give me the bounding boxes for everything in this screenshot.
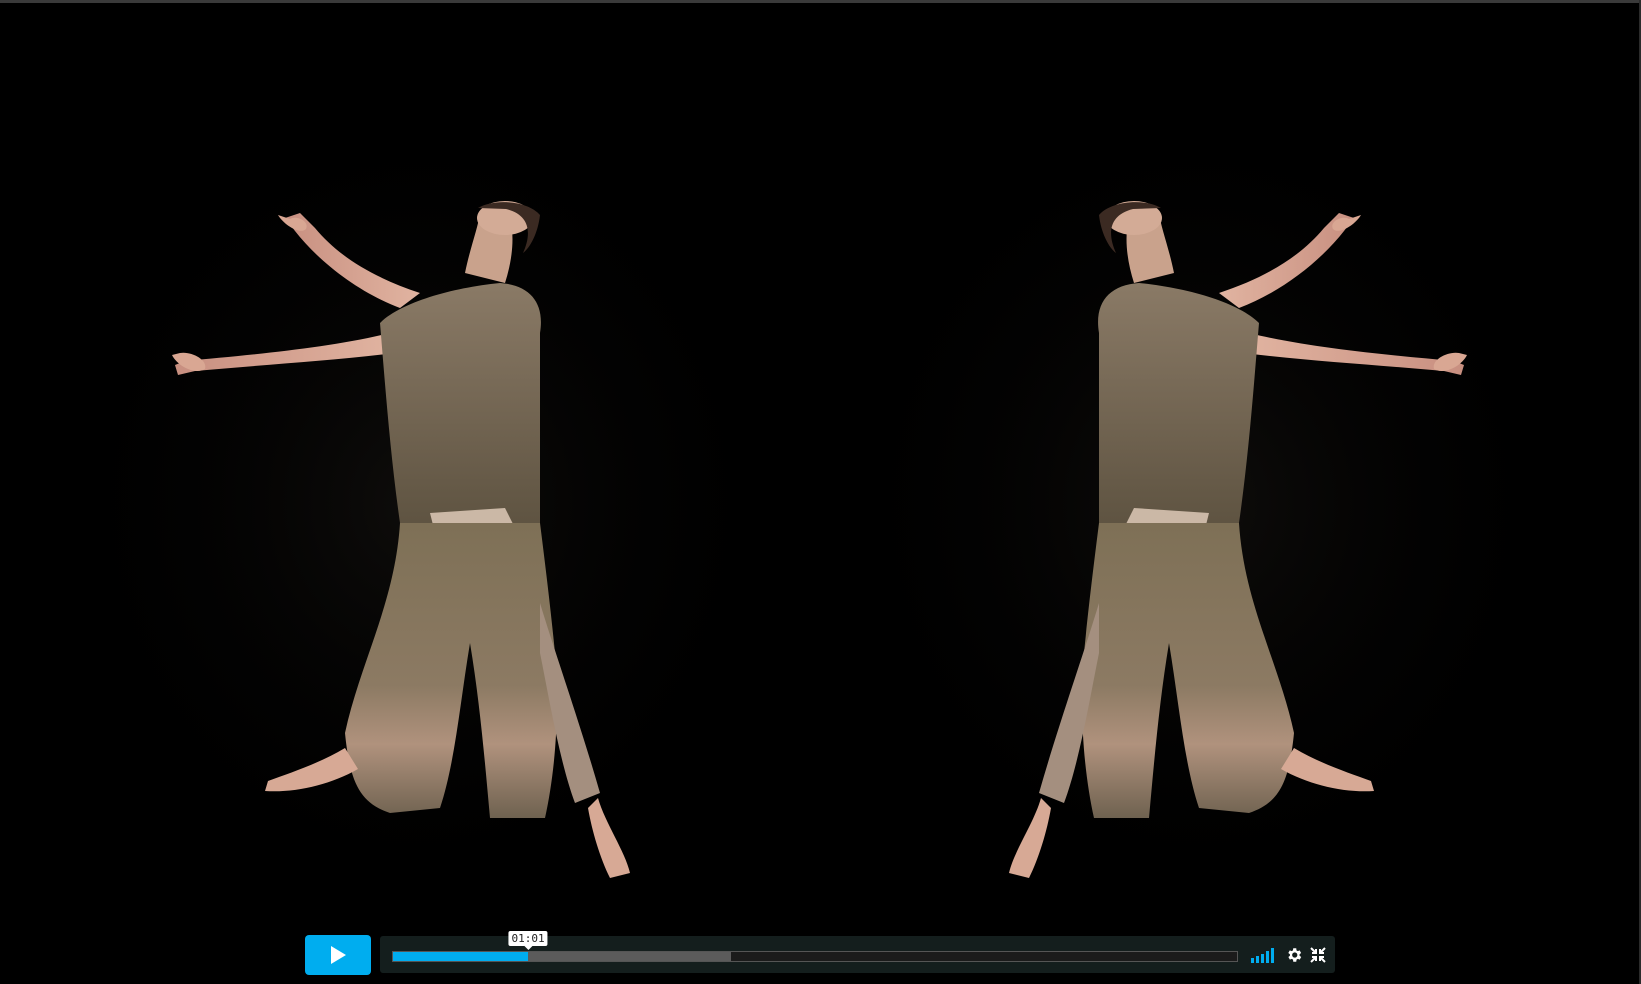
volume-bars-icon[interactable] [1251, 947, 1275, 963]
progress-played [393, 952, 529, 961]
video-player-page: 01:01 [0, 0, 1641, 984]
progress-bar[interactable]: 01:01 [392, 931, 1238, 962]
play-icon [331, 946, 346, 964]
video-scene [0, 3, 1639, 984]
play-button[interactable] [305, 935, 371, 975]
gear-icon[interactable] [1285, 946, 1303, 964]
control-bar: 01:01 [380, 931, 1335, 973]
hover-time-tooltip: 01:01 [508, 931, 548, 950]
fullscreen-exit-icon[interactable] [1310, 947, 1326, 963]
player-controls: 01:01 [305, 931, 1335, 976]
video-frame[interactable] [0, 3, 1639, 984]
